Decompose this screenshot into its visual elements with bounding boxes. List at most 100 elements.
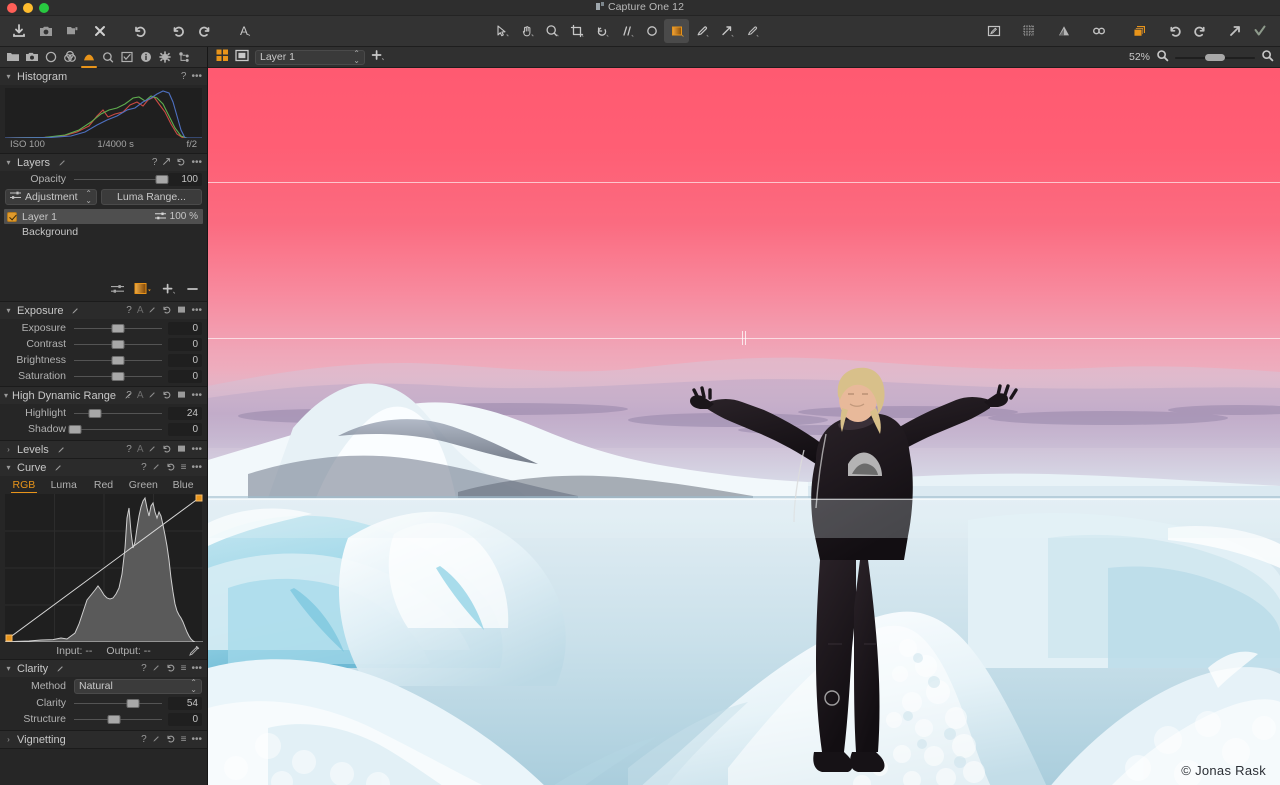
picker-icon[interactable] [148,444,157,456]
chevron-right-icon[interactable]: › [4,735,13,744]
clarity-panel-header[interactable]: ▾ Clarity ? ≡ ••• [0,660,207,677]
reset-icon[interactable] [166,663,176,675]
reset-icon[interactable] [162,390,172,402]
layer-list-item-2[interactable]: Background [4,224,203,239]
slider-value[interactable]: 54 [168,697,202,710]
menu-icon[interactable]: ≡ [181,735,187,745]
chevron-down-icon[interactable]: ▾ [4,463,13,472]
exposure-slider[interactable] [74,320,162,336]
slider-value[interactable]: 0 [168,370,202,383]
chevron-updown-icon[interactable]: ⌃⌄ [85,190,92,204]
vignetting-panel-header[interactable]: › Vignetting ? ≡ ••• [0,731,207,748]
import-images-button[interactable] [6,19,31,43]
slider-knob[interactable] [112,324,125,333]
more-icon[interactable]: ••• [191,445,202,455]
highlight-slider[interactable] [74,405,162,421]
help-icon[interactable]: ? [141,735,147,745]
more-icon[interactable]: ••• [191,664,202,674]
single-view-icon[interactable] [235,49,249,65]
reset-adjustments-button[interactable] [126,19,151,43]
auto-icon[interactable]: A [137,391,144,401]
undo-button[interactable] [165,19,190,43]
structure-slider[interactable] [74,711,162,727]
gradient-mask-top-line[interactable] [208,182,1280,183]
slider-value[interactable]: 0 [168,322,202,335]
chevron-updown-icon[interactable]: ⌃⌄ [353,50,360,64]
tool-tab-lens[interactable] [42,48,60,67]
layers-opacity-slider[interactable] [74,171,162,187]
curve-panel-header[interactable]: ▾ Curve ? ≡ ••• [0,459,207,476]
tool-tab-adjustments[interactable] [118,48,136,67]
curve-editor[interactable] [5,494,202,642]
auto-icon[interactable]: A [137,445,144,455]
gradient-mask-handle[interactable] [740,331,748,345]
select-cursor-tool-button[interactable] [489,19,514,43]
pan-tool-button[interactable] [514,19,539,43]
layers-opacity-value[interactable]: 100 [168,173,202,186]
curve-tab-rgb[interactable]: RGB [4,476,44,494]
menu-icon[interactable]: ≡ [181,664,187,674]
zoom-slider[interactable] [1175,51,1255,63]
curve-tab-blue[interactable]: Blue [163,476,203,494]
annotate-text-button[interactable]: A [231,19,256,43]
contrast-slider[interactable] [74,336,162,352]
gradient-mask-tool-button[interactable] [664,19,689,43]
help-icon[interactable]: ? [126,306,132,316]
slider-knob[interactable] [89,409,102,418]
clarity-method-combo[interactable]: Natural ⌃⌄ [74,679,202,694]
picker-icon[interactable] [152,734,161,746]
zoom-tool-button[interactable] [539,19,564,43]
tool-tab-output[interactable] [156,48,174,67]
rotate-tool-button[interactable] [589,19,614,43]
layer-type-combo[interactable]: Adjustment ⌃⌄ [5,189,97,205]
more-icon[interactable]: ••• [191,463,202,473]
slider-value[interactable]: 0 [168,338,202,351]
eyedropper-icon[interactable] [188,644,201,660]
luma-range-icon[interactable] [111,284,124,297]
slider-knob[interactable] [112,356,125,365]
crop-tool-button[interactable] [564,19,589,43]
reset-icon[interactable] [166,734,176,746]
picker-icon[interactable] [152,462,161,474]
apply-check-button[interactable] [1247,19,1272,43]
slider-value[interactable]: 0 [168,423,202,436]
picker-icon[interactable] [152,663,161,675]
reset-icon[interactable] [176,157,186,169]
more-icon[interactable]: ••• [191,391,202,401]
exposure-panel-header[interactable]: ▾ Exposure ? A ••• [0,302,207,319]
zoom-slider-knob[interactable] [1205,54,1225,61]
delete-button[interactable] [87,19,112,43]
grid-view-icon[interactable] [216,49,229,65]
redo-button[interactable] [192,19,217,43]
remove-folder-button[interactable] [60,19,85,43]
tool-tab-library[interactable] [4,48,22,67]
grid-overlay-button[interactable] [1016,19,1041,43]
capture-button[interactable] [33,19,58,43]
chevron-right-icon[interactable]: › [4,445,13,454]
picker-icon[interactable] [148,390,157,402]
tool-tab-details[interactable] [99,48,117,67]
help-icon[interactable]: ? [181,72,187,82]
help-icon[interactable]: ? [141,463,147,473]
tool-tab-metadata[interactable] [137,48,155,67]
chevron-down-icon[interactable]: ▾ [4,306,13,315]
menu-icon[interactable]: ≡ [181,463,187,473]
chevron-down-icon[interactable]: ▾ [4,158,13,167]
slider-knob[interactable] [112,372,125,381]
auto-icon[interactable]: A [137,306,144,316]
slider-value[interactable]: 0 [168,713,202,726]
levels-panel-header[interactable]: › Levels ? A ••• [0,441,207,458]
fill-mask-icon[interactable] [134,282,152,298]
tool-tab-color[interactable] [61,48,79,67]
shadow-slider[interactable] [74,421,162,437]
viewer-layer-select[interactable]: Layer 1 ⌃⌄ [255,50,365,65]
help-icon[interactable]: ? [126,445,132,455]
erase-mask-tool-button[interactable] [739,19,764,43]
layer-list-item-1[interactable]: Layer 1 100 % [4,209,203,224]
gradient-mask-bottom-line[interactable] [208,499,1280,500]
copy-icon[interactable] [162,157,171,169]
more-icon[interactable]: ••• [191,72,202,82]
clarity-slider[interactable] [74,695,162,711]
preset-icon[interactable] [177,444,186,456]
variants-button[interactable] [1127,19,1152,43]
